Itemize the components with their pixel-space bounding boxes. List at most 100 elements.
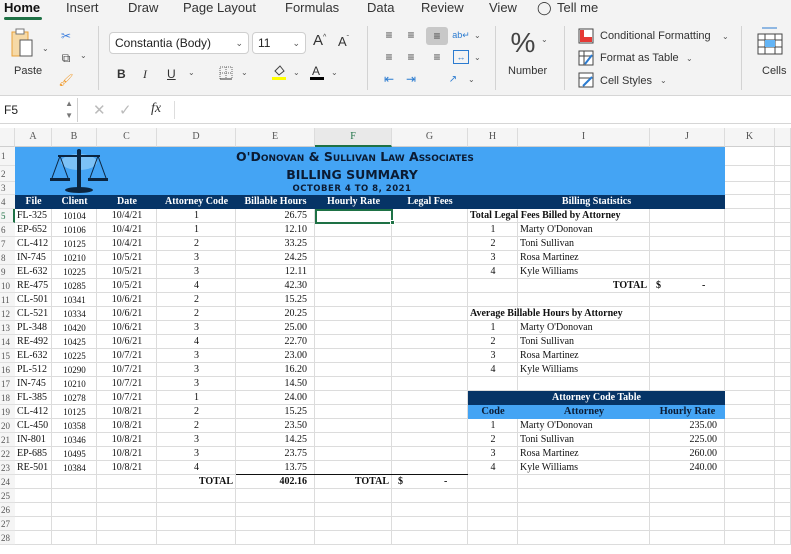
cell[interactable] xyxy=(725,517,775,531)
cell[interactable] xyxy=(392,461,468,475)
underline-button[interactable]: U xyxy=(167,67,176,81)
cell[interactable] xyxy=(775,307,791,321)
cell[interactable] xyxy=(392,419,468,433)
cell[interactable] xyxy=(775,419,791,433)
align-top-icon[interactable]: ≡ xyxy=(382,28,396,42)
cell-styles-chevron-icon[interactable]: ⌄ xyxy=(660,76,667,85)
row-header-9[interactable]: 9 xyxy=(0,265,15,279)
row-header-6[interactable]: 6 xyxy=(0,223,15,237)
cell[interactable] xyxy=(468,279,518,293)
row-header-15[interactable]: 15 xyxy=(0,349,15,363)
format-as-table-button[interactable]: Format as Table xyxy=(600,52,679,64)
name-box[interactable]: F5 ▲ ▼ xyxy=(0,98,78,122)
cell[interactable] xyxy=(52,503,97,517)
font-name-select[interactable]: Constantia (Body) ⌄ xyxy=(109,32,249,54)
cell[interactable] xyxy=(650,335,725,349)
cell[interactable] xyxy=(650,489,725,503)
cell[interactable] xyxy=(392,279,468,293)
row-header-25[interactable]: 25 xyxy=(0,489,15,503)
cell[interactable] xyxy=(518,377,650,391)
cell[interactable] xyxy=(392,293,468,307)
cell[interactable] xyxy=(392,531,468,545)
insert-function-button[interactable]: fx xyxy=(151,101,161,117)
cell[interactable] xyxy=(775,489,791,503)
cell[interactable] xyxy=(725,166,775,182)
cell[interactable] xyxy=(775,223,791,237)
decrease-font-size-icon[interactable]: Aˇ xyxy=(338,34,349,49)
cell[interactable] xyxy=(775,251,791,265)
clipboard-icon[interactable] xyxy=(10,28,38,60)
cell[interactable] xyxy=(725,147,775,166)
tab-home[interactable]: Home xyxy=(4,0,40,16)
cell[interactable] xyxy=(157,503,236,517)
cell[interactable] xyxy=(518,293,650,307)
cell[interactable] xyxy=(315,503,392,517)
row-header-5[interactable]: 5 xyxy=(0,209,15,223)
cell[interactable] xyxy=(725,391,775,405)
cancel-icon[interactable]: ✕ xyxy=(93,101,106,119)
number-format-button[interactable]: Number xyxy=(508,65,547,77)
cell[interactable] xyxy=(775,265,791,279)
increase-font-size-icon[interactable]: A^ xyxy=(313,32,326,49)
cell[interactable] xyxy=(725,377,775,391)
cell[interactable] xyxy=(392,405,468,419)
cell[interactable] xyxy=(468,531,518,545)
column-header-c[interactable]: C xyxy=(97,128,157,147)
merge-chevron-icon[interactable]: ⌄ xyxy=(474,53,481,62)
cell[interactable] xyxy=(775,391,791,405)
font-color-chevron-icon[interactable]: ⌄ xyxy=(331,68,338,77)
row-header-13[interactable]: 13 xyxy=(0,321,15,335)
cell[interactable] xyxy=(650,349,725,363)
cell[interactable] xyxy=(725,265,775,279)
cell[interactable] xyxy=(315,307,392,321)
cell[interactable] xyxy=(725,321,775,335)
cell[interactable] xyxy=(315,489,392,503)
cell[interactable] xyxy=(392,321,468,335)
column-header-e[interactable]: E xyxy=(236,128,315,147)
row-header-19[interactable]: 19 xyxy=(0,405,15,419)
row-header-4[interactable]: 4 xyxy=(0,195,15,209)
cell[interactable] xyxy=(157,489,236,503)
cell[interactable] xyxy=(468,293,518,307)
cell[interactable] xyxy=(650,293,725,307)
cell[interactable] xyxy=(315,335,392,349)
align-left-icon[interactable]: ≡ xyxy=(382,50,396,64)
cell[interactable] xyxy=(392,377,468,391)
cell[interactable] xyxy=(725,475,775,489)
cell[interactable] xyxy=(725,489,775,503)
format-as-table-icon[interactable] xyxy=(578,50,594,66)
cell[interactable] xyxy=(650,237,725,251)
conditional-formatting-icon[interactable] xyxy=(578,28,594,44)
cell[interactable] xyxy=(315,279,392,293)
borders-icon[interactable] xyxy=(218,65,234,81)
italic-button[interactable]: I xyxy=(143,67,147,82)
column-header-k[interactable]: K xyxy=(725,128,775,147)
column-header-f[interactable]: F xyxy=(315,128,392,147)
cell[interactable] xyxy=(775,147,791,166)
cut-icon[interactable]: ✂ xyxy=(58,28,74,44)
cell[interactable] xyxy=(236,517,315,531)
cell[interactable] xyxy=(725,447,775,461)
row-header-20[interactable]: 20 xyxy=(0,419,15,433)
cell[interactable] xyxy=(315,461,392,475)
cell[interactable] xyxy=(775,279,791,293)
cell[interactable] xyxy=(775,237,791,251)
tab-insert[interactable]: Insert xyxy=(66,0,99,16)
cell[interactable] xyxy=(650,279,725,293)
cell[interactable] xyxy=(725,433,775,447)
cell[interactable] xyxy=(650,531,725,545)
copy-chevron-icon[interactable]: ⌄ xyxy=(80,51,87,60)
align-bottom-icon[interactable]: ≡ xyxy=(426,27,448,45)
cell[interactable] xyxy=(725,363,775,377)
cell[interactable] xyxy=(518,517,650,531)
row-header-23[interactable]: 23 xyxy=(0,461,15,475)
wrap-text-icon[interactable]: ab↵ xyxy=(452,27,470,43)
cell[interactable] xyxy=(518,489,650,503)
cell[interactable] xyxy=(775,166,791,182)
align-middle-icon[interactable]: ≡ xyxy=(404,28,418,42)
wrap-chevron-icon[interactable]: ⌄ xyxy=(474,31,481,40)
cell[interactable] xyxy=(725,279,775,293)
cell[interactable] xyxy=(236,531,315,545)
row-header-11[interactable]: 11 xyxy=(0,293,15,307)
cell[interactable] xyxy=(775,377,791,391)
